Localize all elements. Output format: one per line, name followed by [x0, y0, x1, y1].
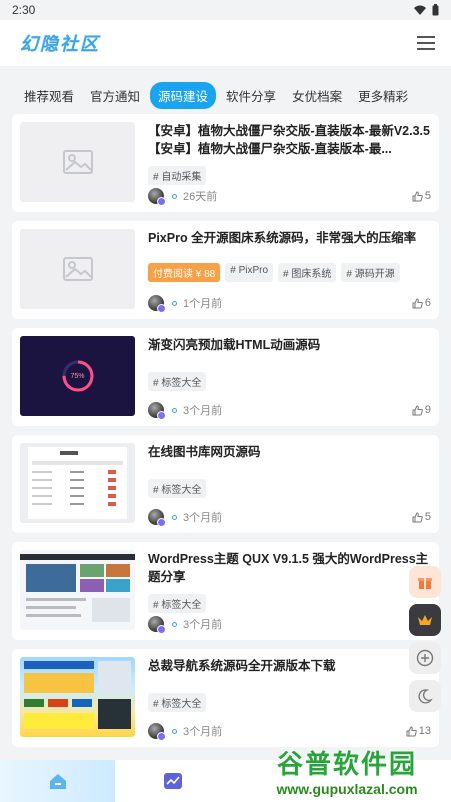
post-thumbnail[interactable] [20, 657, 135, 737]
post-title[interactable]: 【安卓】植物大战僵尸杂交版-直装版本-最新V2.3.5【安卓】植物大战僵尸杂交版… [148, 122, 431, 158]
hamburger-menu-icon[interactable] [417, 36, 435, 50]
nav-home[interactable] [0, 760, 115, 802]
post-card[interactable]: PixPro 全开源图床系统源码，非常强大的压缩率 付费阅读 ¥ 88 # Pi… [12, 221, 439, 319]
post-title[interactable]: WordPress主题 QUX V9.1.5 强大的WordPress主题分享 [148, 550, 431, 586]
app-header: 幻隐社区 [0, 20, 451, 66]
thumbs-up-icon [412, 190, 423, 201]
post-card[interactable]: 总裁导航系统源码全开源版本下载 # 标签大全 3个月前 13 [12, 649, 439, 747]
post-time: 3个月前 [183, 512, 223, 524]
app-logo[interactable]: 幻隐社区 [20, 30, 100, 56]
post-tag[interactable]: # PixPro [225, 263, 274, 282]
like-count: 6 [424, 297, 431, 309]
author-avatar[interactable] [148, 616, 166, 634]
author-avatar[interactable] [148, 295, 166, 313]
time-dot-icon [172, 407, 177, 413]
author-avatar[interactable] [148, 723, 166, 741]
tab-recommended[interactable]: 推荐观看 [18, 82, 80, 109]
like-button[interactable]: 5 [412, 511, 431, 523]
post-thumbnail[interactable] [20, 229, 135, 309]
moon-icon [418, 689, 433, 704]
chart-icon [163, 773, 182, 789]
time-dot-icon [172, 728, 177, 734]
post-thumbnail[interactable]: 75% [20, 336, 135, 416]
watermark-title: 谷普软件园 [276, 749, 417, 779]
post-tag[interactable]: # 源码开源 [341, 263, 400, 282]
like-count: 5 [424, 190, 431, 202]
post-title[interactable]: 在线图书库网页源码 [148, 443, 431, 461]
floating-action-buttons [409, 566, 441, 712]
like-button[interactable]: 9 [412, 404, 431, 416]
like-button[interactable]: 5 [412, 190, 431, 202]
add-post-button[interactable] [409, 642, 441, 674]
nav-trends[interactable] [115, 760, 230, 802]
thumbs-up-icon [406, 725, 417, 736]
time-dot-icon [172, 621, 177, 627]
post-card[interactable]: 在线图书库网页源码 # 标签大全 3个月前 5 [12, 435, 439, 533]
tab-source-code[interactable]: 源码建设 [150, 81, 217, 109]
navigation-site-preview-graphic [24, 661, 131, 729]
post-time: 3个月前 [183, 619, 223, 631]
image-placeholder-icon [62, 257, 93, 281]
tab-actress-archive[interactable]: 女优档案 [286, 82, 348, 109]
category-tabs: 推荐观看 官方通知 源码建设 软件分享 女优档案 更多精彩 [0, 76, 451, 114]
status-bar: 2:30 [0, 0, 451, 20]
thumbs-up-icon [412, 511, 423, 522]
like-count: 5 [424, 511, 431, 523]
like-button[interactable]: 13 [406, 725, 431, 737]
battery-icon [432, 4, 439, 16]
post-card[interactable]: 75% 渐变闪亮预加载HTML动画源码 # 标签大全 3个月前 9 [12, 328, 439, 426]
tab-software-share[interactable]: 软件分享 [220, 82, 282, 109]
post-time: 3个月前 [183, 726, 223, 738]
post-thumbnail[interactable] [20, 550, 135, 630]
like-button[interactable]: 6 [412, 297, 431, 309]
post-tag[interactable]: # 标签大全 [148, 372, 207, 391]
thumbs-up-icon [412, 297, 423, 308]
post-time: 26天前 [183, 191, 218, 203]
plus-circle-icon [416, 649, 434, 667]
vip-button[interactable] [409, 604, 441, 636]
post-card[interactable]: WordPress主题 QUX V9.1.5 强大的WordPress主题分享 … [12, 542, 439, 640]
tab-more[interactable]: 更多精彩 [352, 82, 414, 109]
thumbs-up-icon [412, 404, 423, 415]
wifi-icon [414, 5, 426, 15]
post-tag[interactable]: # 标签大全 [148, 479, 207, 498]
tab-official-notice[interactable]: 官方通知 [84, 82, 146, 109]
author-avatar[interactable] [148, 509, 166, 527]
post-title[interactable]: 总裁导航系统源码全开源版本下载 [148, 657, 431, 675]
post-time: 1个月前 [183, 298, 223, 310]
crown-icon [418, 615, 432, 625]
thumbnail-percent-text: 75% [70, 372, 85, 380]
post-title[interactable]: 渐变闪亮预加载HTML动画源码 [148, 336, 431, 354]
author-avatar[interactable] [148, 402, 166, 420]
wordpress-theme-preview-graphic [20, 554, 135, 622]
library-page-preview-graphic [28, 447, 127, 519]
post-tag[interactable]: # 自动采集 [148, 166, 207, 185]
post-tag[interactable]: # 图床系统 [278, 263, 337, 282]
post-title[interactable]: PixPro 全开源图床系统源码，非常强大的压缩率 [148, 229, 431, 247]
post-tag[interactable]: # 标签大全 [148, 594, 207, 613]
like-count: 9 [424, 404, 431, 416]
dark-mode-toggle[interactable] [409, 680, 441, 712]
post-thumbnail[interactable] [20, 443, 135, 523]
paid-badge[interactable]: 付费阅读 ¥ 88 [148, 263, 221, 282]
home-icon [49, 774, 66, 789]
post-card[interactable]: 【安卓】植物大战僵尸杂交版-直装版本-最新V2.3.5【安卓】植物大战僵尸杂交版… [12, 114, 439, 212]
post-tag[interactable]: # 标签大全 [148, 693, 207, 712]
post-list: 【安卓】植物大战僵尸杂交版-直装版本-最新V2.3.5【安卓】植物大战僵尸杂交版… [12, 114, 439, 756]
time-dot-icon [172, 514, 177, 520]
post-time: 3个月前 [183, 405, 223, 417]
gift-icon [418, 578, 432, 589]
author-avatar[interactable] [148, 188, 166, 206]
gift-button[interactable] [409, 566, 441, 598]
time-dot-icon [172, 300, 177, 306]
image-placeholder-icon [62, 150, 93, 174]
like-count: 13 [418, 725, 431, 737]
site-watermark: 谷普软件园 www.gupuxlazal.com [247, 744, 447, 798]
status-time: 2:30 [12, 3, 36, 17]
time-dot-icon [172, 193, 177, 199]
watermark-url: www.gupuxlazal.com [276, 781, 418, 797]
post-thumbnail[interactable] [20, 122, 135, 202]
status-icons [414, 4, 439, 16]
